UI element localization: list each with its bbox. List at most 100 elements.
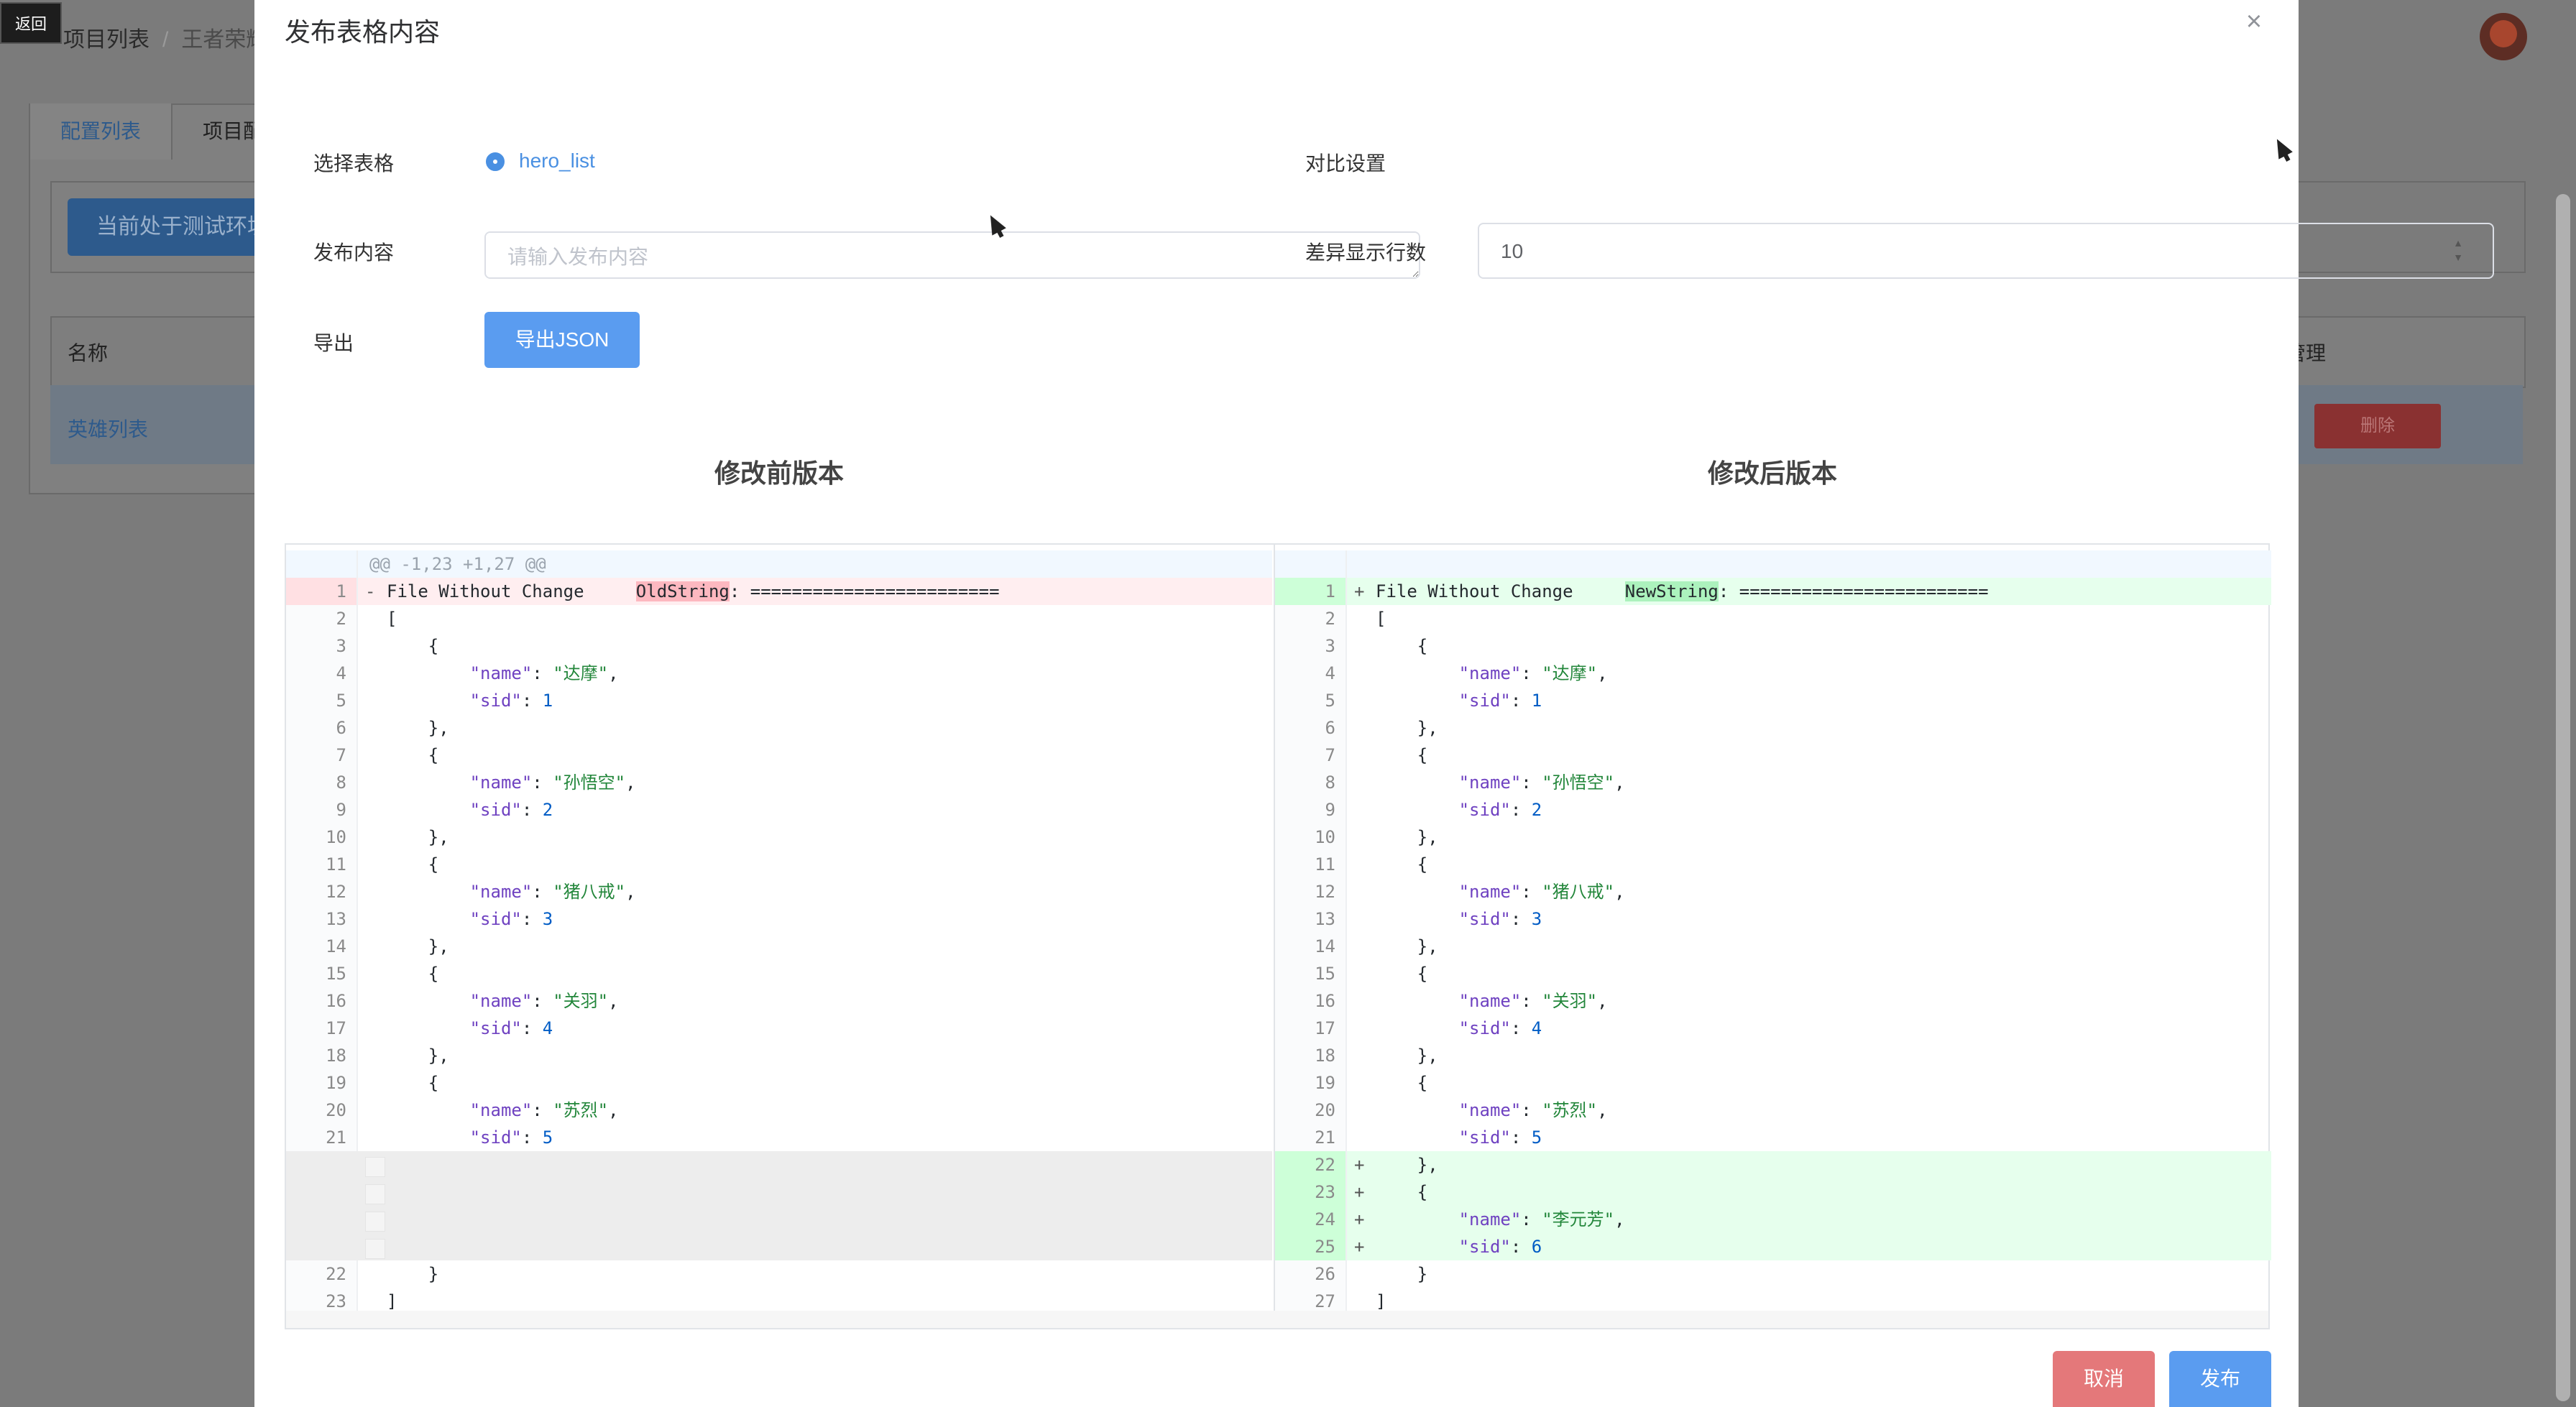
diff-line: 3 { bbox=[286, 632, 1272, 660]
line-number: 21 bbox=[1275, 1124, 1347, 1151]
export-json-button[interactable]: 导出JSON bbox=[484, 312, 640, 368]
code-token: "sid" bbox=[1458, 691, 1511, 711]
line-number: 22 bbox=[1275, 1151, 1347, 1178]
line-number: 10 bbox=[286, 824, 358, 851]
publish-button[interactable]: 发布 bbox=[2169, 1351, 2271, 1407]
code-token: { bbox=[387, 1073, 439, 1093]
avatar[interactable] bbox=[2480, 13, 2527, 60]
compare-settings-label: 对比设置 bbox=[1305, 152, 1386, 175]
code-text: "name": "李元芳", bbox=[1376, 1206, 1625, 1233]
code-text: } bbox=[387, 1260, 438, 1288]
line-number bbox=[286, 1233, 358, 1260]
cancel-button[interactable]: 取消 bbox=[2053, 1351, 2155, 1407]
back-button[interactable]: 返回 bbox=[0, 2, 62, 44]
diff-hunk-header bbox=[1275, 550, 2271, 578]
env-button[interactable]: 当前处于测试环境 bbox=[68, 198, 283, 256]
code-text: { bbox=[387, 632, 438, 660]
diff-line: 17 "sid": 4 bbox=[1275, 1015, 2271, 1042]
code-text: File Without Change OldString: =========… bbox=[387, 578, 1000, 605]
line-number: 24 bbox=[1275, 1206, 1347, 1233]
diff-line: 1 + File Without Change NewString: =======… bbox=[1275, 578, 2271, 605]
code-token: "苏烈" bbox=[553, 1100, 609, 1120]
diff-line: 20 "name": "苏烈", bbox=[286, 1097, 1272, 1124]
code-text: "sid": 1 bbox=[387, 687, 553, 714]
code-token: 6 bbox=[1531, 1237, 1542, 1257]
diff-horizontal-scrollbar[interactable] bbox=[286, 1311, 2268, 1328]
code-token: , bbox=[1597, 663, 1608, 683]
diff-line: 8 "name": "孙悟空", bbox=[286, 769, 1272, 796]
code-text: }, bbox=[1376, 933, 1438, 960]
tab-config-list[interactable]: 配置列表 bbox=[29, 103, 173, 160]
diff-line: 5 "sid": 1 bbox=[1275, 687, 2271, 714]
code-token: "name" bbox=[1458, 772, 1522, 793]
placeholder-box bbox=[365, 1157, 385, 1177]
diff-line: 19 { bbox=[286, 1069, 1272, 1097]
code-token: { bbox=[387, 745, 439, 765]
diff-line: 15 { bbox=[1275, 960, 2271, 987]
code-token: }, bbox=[387, 718, 449, 738]
table-radio[interactable] bbox=[486, 152, 505, 171]
diff-line: 11 { bbox=[286, 851, 1272, 878]
code-token: }, bbox=[1376, 1046, 1438, 1066]
code-token: "name" bbox=[1458, 1209, 1522, 1230]
page-scrollbar[interactable] bbox=[2556, 194, 2570, 1401]
close-icon[interactable]: × bbox=[2242, 8, 2266, 35]
code-token: , bbox=[1614, 882, 1625, 902]
code-text: "sid": 4 bbox=[1376, 1015, 1542, 1042]
code-token: "name" bbox=[469, 663, 533, 683]
stepper-arrows[interactable]: ▲ ▼ bbox=[2451, 236, 2465, 264]
code-token: , bbox=[608, 991, 619, 1011]
line-number: 2 bbox=[286, 605, 358, 632]
table-radio-label[interactable]: hero_list bbox=[519, 149, 595, 172]
diff-line: 22 } bbox=[286, 1260, 1272, 1288]
row-name-link[interactable]: 英雄列表 bbox=[68, 414, 148, 443]
diff-line bbox=[286, 1151, 1272, 1178]
code-text: "name": "苏烈", bbox=[387, 1097, 619, 1124]
chevron-down-icon[interactable]: ▼ bbox=[2451, 250, 2465, 264]
diff-line: 25 + "sid": 6 bbox=[1275, 1233, 2271, 1260]
diff-pane-after: 1 + File Without Change NewString: =======… bbox=[1274, 545, 2271, 1328]
diff-pane-before: @@ -1,23 +1,27 @@ 1- File Without Change O… bbox=[286, 545, 1272, 1328]
code-token: OldString bbox=[635, 581, 730, 601]
code-token: "关羽" bbox=[553, 991, 609, 1011]
diff-line: 13 "sid": 3 bbox=[286, 905, 1272, 933]
line-number: 11 bbox=[1275, 851, 1347, 878]
code-token: : bbox=[1521, 1100, 1542, 1120]
plus-marker: + bbox=[1354, 1182, 1365, 1202]
line-number: 21 bbox=[286, 1124, 358, 1151]
code-token: "苏烈" bbox=[1542, 1100, 1598, 1120]
code-token: { bbox=[1376, 745, 1428, 765]
diff-line: 13 "sid": 3 bbox=[1275, 905, 2271, 933]
code-token: "name" bbox=[1458, 991, 1522, 1011]
code-token: "name" bbox=[469, 882, 533, 902]
code-token: : ======================== bbox=[729, 581, 1000, 601]
code-token: 5 bbox=[542, 1127, 553, 1148]
line-number: 8 bbox=[1275, 769, 1347, 796]
placeholder-box bbox=[365, 1212, 385, 1232]
code-text: }, bbox=[387, 714, 449, 742]
diff-line: 16 "name": "关羽", bbox=[286, 987, 1272, 1015]
code-token: , bbox=[1614, 772, 1625, 793]
delete-button[interactable]: 删除 bbox=[2314, 404, 2441, 448]
diff-line: 9 "sid": 2 bbox=[1275, 796, 2271, 824]
code-token: : bbox=[532, 991, 553, 1011]
chevron-up-icon[interactable]: ▲ bbox=[2451, 236, 2465, 250]
code-text: "sid": 5 bbox=[1376, 1124, 1542, 1151]
code-token: ] bbox=[1376, 1291, 1386, 1311]
code-token: "李元芳" bbox=[1542, 1209, 1615, 1230]
diff-line: 10 }, bbox=[1275, 824, 2271, 851]
diff-line bbox=[286, 1206, 1272, 1233]
breadcrumb-project-list[interactable]: 项目列表 bbox=[63, 28, 150, 52]
code-token: : bbox=[1521, 772, 1542, 793]
publish-content-input[interactable] bbox=[484, 231, 1420, 279]
line-number: 11 bbox=[286, 851, 358, 878]
code-text: } bbox=[1376, 1260, 1427, 1288]
placeholder-box bbox=[365, 1239, 385, 1259]
diff-lines-stepper[interactable]: 10 ▲ ▼ bbox=[1478, 223, 2494, 279]
code-text: { bbox=[387, 851, 438, 878]
